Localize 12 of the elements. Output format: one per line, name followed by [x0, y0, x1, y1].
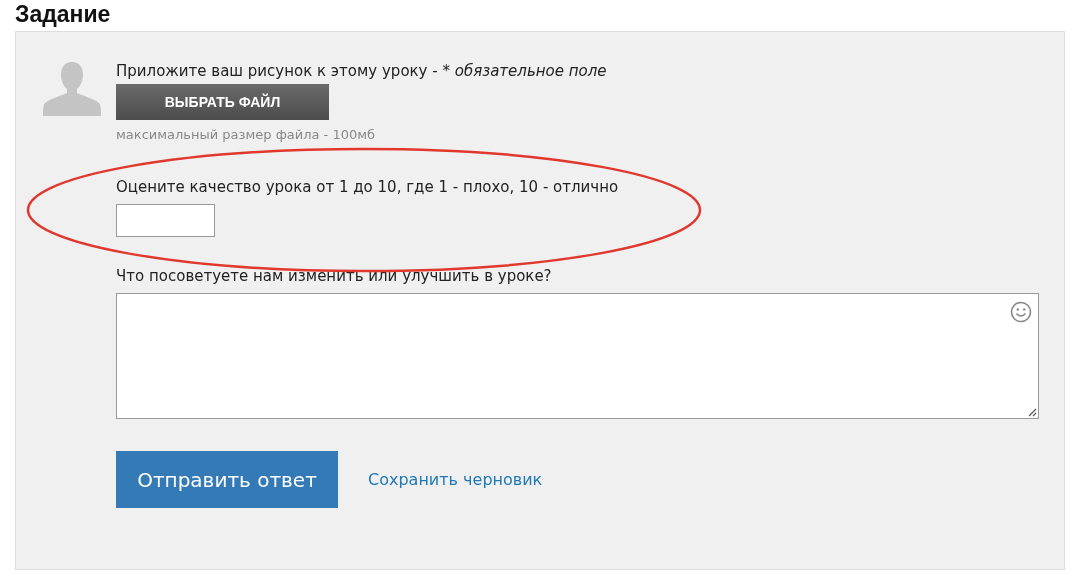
file-size-note: максимальный размер файла - 100мб [116, 126, 376, 144]
submit-button[interactable]: Отправить ответ [116, 451, 338, 508]
rating-input-field[interactable] [116, 204, 215, 237]
resize-grip-icon[interactable] [1027, 407, 1037, 417]
attach-label: Приложите ваш рисунок к этому уроку - * обязательное поле [116, 61, 607, 82]
save-draft-link[interactable]: Сохранить черновик [368, 470, 543, 489]
user-silhouette-icon [43, 60, 101, 118]
choose-file-button[interactable]: ВЫБРАТЬ ФАЙЛ [116, 84, 329, 120]
advice-label: Что посоветуете нам изменить или улучшить в уроке? [116, 266, 552, 287]
rating-label: Оцените качество урока от 1 до 10, где 1 - плохо, 10 - отлично [116, 177, 619, 198]
section-heading: Задание [15, 0, 112, 29]
smiley-icon[interactable] [1010, 301, 1032, 323]
